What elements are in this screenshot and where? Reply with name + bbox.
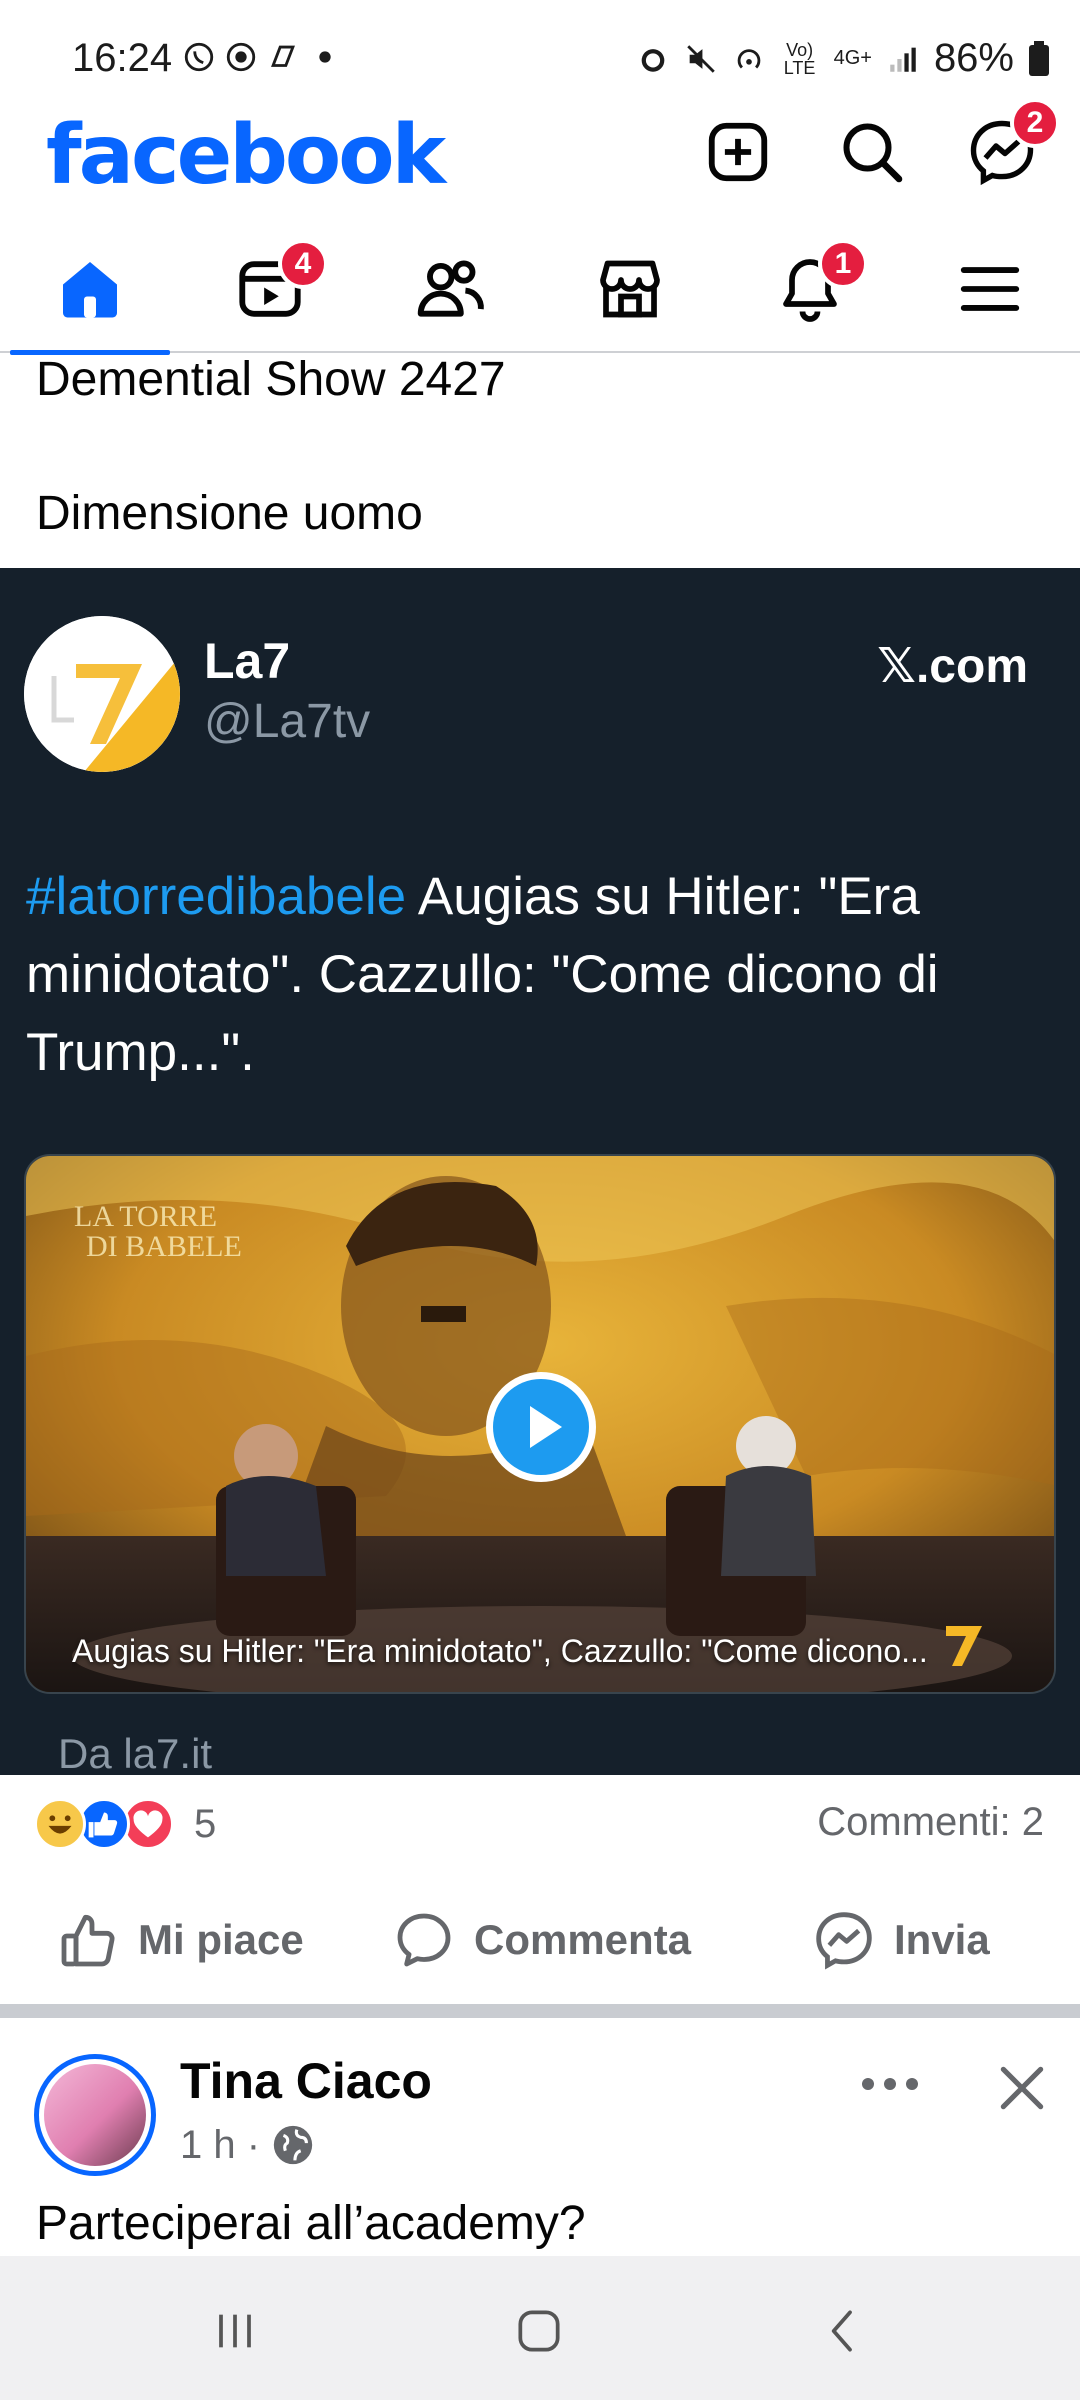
svg-text:LA TORRE: LA TORRE [74,1200,217,1233]
prev-post-line-2: Dimensione uomo [36,487,423,540]
recent-apps-button[interactable] [200,2296,270,2366]
app-notification-icon [226,42,256,72]
play-button[interactable] [486,1372,596,1482]
back-button[interactable] [808,2296,878,2366]
status-system-icons: Vo) LTE 4G+ 86% [636,36,1050,81]
plus-square-icon [708,122,768,182]
comment-button[interactable]: Commenta [392,1896,691,1984]
alarm-icon [641,48,664,72]
link-domain[interactable]: Da la7.it [58,1730,212,1778]
tab-home[interactable] [0,225,180,355]
post-author-name[interactable]: Tina Ciaco [180,2052,432,2110]
play-icon [493,1379,589,1475]
prev-post-line-1: Demential Show 2427 [36,353,506,406]
post-separator [0,2004,1080,2018]
system-navigation-bar [0,2256,1080,2400]
notifications-badge: 1 [818,239,868,289]
friends-icon [417,260,484,317]
post-meta: 1 h · [180,2122,316,2168]
copilot-icon [271,45,295,67]
reaction-icons [34,1798,184,1850]
next-post: Tina Ciaco 1 h · Parteciperai all’academ… [0,2018,1080,2256]
haha-reaction-icon [34,1798,86,1850]
status-bar: 16:24 Vo) LTE 4G+ 86% [0,0,1080,100]
whatsapp-icon [184,42,214,72]
marketplace-icon [600,260,660,318]
create-button[interactable] [696,110,780,194]
send-button[interactable]: Invia [812,1896,990,1984]
embedded-tweet-card[interactable]: La7 @La7tv 𝕏.com #latorredibabele Augias… [0,568,1080,1778]
comment-icon [397,1913,451,1967]
post-options-button[interactable] [850,2054,930,2114]
tab-notifications[interactable]: 1 [720,225,900,353]
tab-friends[interactable] [360,225,540,353]
main-nav-tabs: 4 1 [0,225,1080,355]
status-time: 16:24 [72,36,173,80]
messenger-send-icon [816,1912,872,1970]
tweet-hashtag[interactable]: #latorredibabele [26,867,406,926]
hide-post-button[interactable] [982,2048,1062,2128]
comment-count[interactable]: Commenti: 2 [817,1800,1044,1845]
hotspot-icon [737,48,760,68]
more-options-icon [862,2078,918,2090]
like-label: Mi piace [138,1916,304,1963]
svg-text:DI BABELE: DI BABELE [86,1230,242,1263]
tab-marketplace[interactable] [540,225,720,353]
back-chevron-icon [831,2310,852,2352]
tweet-source-label: 𝕏.com [877,640,1028,693]
video-caption: Augias su Hitler: "Era minidotato", Cazz… [72,1633,928,1669]
thumbs-up-icon [61,1914,115,1967]
video-badge: 4 [278,239,328,289]
home-system-button[interactable] [504,2296,574,2366]
send-label: Invia [894,1916,990,1963]
status-notification-icons [182,40,342,74]
author-avatar[interactable] [34,2054,156,2176]
battery-percent: 86% [933,36,1014,80]
like-button[interactable]: Mi piace [56,1896,304,1984]
reactions-summary[interactable]: 5 Commenti: 2 [0,1776,1080,1872]
network-indicator: 4G+ [833,47,872,69]
home-icon [63,262,117,318]
dot-icon [319,51,331,63]
tab-video[interactable]: 4 [180,225,360,353]
home-square-icon [518,2310,560,2352]
comment-label: Commenta [474,1916,692,1963]
facebook-logo[interactable]: facebook [46,108,446,203]
close-icon [1000,2066,1044,2110]
messenger-badge: 2 [1010,98,1060,148]
search-icon [843,123,903,183]
post-text: Parteciperai all’academy? [36,2197,586,2250]
mute-icon [686,44,715,73]
app-header: facebook 2 [0,98,1080,212]
messenger-button[interactable]: 2 [960,98,1060,194]
post-action-bar: Mi piace Commenta Invia [0,1880,1080,2000]
tweet-video-thumbnail[interactable]: LA TORRE DI BABELE Augias su Hitler: "Er… [24,1154,1056,1694]
search-button[interactable] [830,110,914,194]
recent-apps-icon [219,2314,251,2348]
signal-icon [890,47,916,72]
tweet-text: #latorredibabele Augias su Hitler: "Era … [26,858,1056,1092]
menu-icon [960,267,1020,311]
tweet-author-name[interactable]: La7 [204,632,290,690]
post-time[interactable]: 1 h · [180,2123,260,2168]
battery-icon [1029,40,1049,76]
volte-indicator: Vo) LTE [783,39,816,78]
reaction-count[interactable]: 5 [194,1802,216,1847]
tweet-avatar[interactable] [24,616,180,772]
globe-icon [273,2125,313,2165]
la7-logo-icon [24,616,180,772]
tab-menu[interactable] [900,225,1080,353]
tweet-author-handle[interactable]: @La7tv [204,694,370,749]
